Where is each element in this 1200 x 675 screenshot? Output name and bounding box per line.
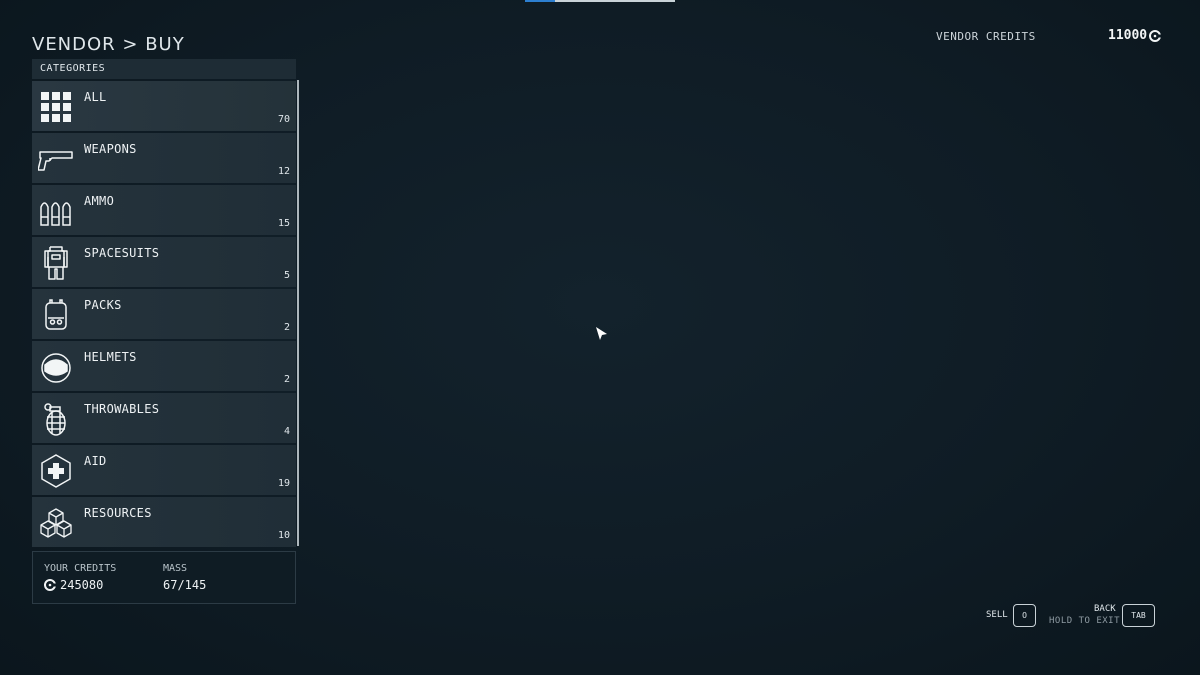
category-count: 4 [283, 426, 290, 437]
category-count: 10 [277, 530, 290, 541]
grenade-icon [38, 401, 74, 437]
category-label: THROWABLES [84, 402, 160, 416]
category-helmets[interactable]: HELMETS 2 [32, 341, 296, 391]
category-label: PACKS [84, 298, 122, 312]
top-progress-bar [525, 0, 675, 2]
helmet-icon [38, 349, 74, 385]
category-label: SPACESUITS [84, 246, 160, 260]
grid-icon [38, 89, 74, 125]
category-count: 2 [283, 322, 290, 333]
categories-scrollbar[interactable] [297, 80, 299, 546]
your-credits-value: 245080 [60, 578, 104, 592]
category-weapons[interactable]: WEAPONS 12 [32, 133, 296, 183]
backpack-icon [38, 297, 74, 333]
cubes-icon [38, 505, 74, 541]
category-aid[interactable]: AID 19 [32, 445, 296, 495]
credits-icon [44, 579, 56, 591]
mass-value: 67/145 [163, 578, 207, 592]
mouse-cursor-icon [596, 326, 608, 340]
back-hint-label: BACK [1094, 604, 1116, 614]
categories-panel: CATEGORIES ALL 70 WEAPONS 12 AMMO 15 SPA… [32, 59, 296, 547]
category-label: ALL [84, 90, 107, 104]
back-key-button[interactable]: TAB [1122, 604, 1155, 627]
category-label: RESOURCES [84, 506, 152, 520]
categories-list: ALL 70 WEAPONS 12 AMMO 15 SPACESUITS 5 P… [32, 81, 296, 547]
your-credits: 245080 [44, 578, 103, 592]
credits-icon [1149, 29, 1162, 42]
category-label: AMMO [84, 194, 115, 208]
category-count: 12 [277, 166, 290, 177]
category-ammo[interactable]: AMMO 15 [32, 185, 296, 235]
player-stats-box: YOUR CREDITS 245080 MASS 67/145 [32, 551, 296, 604]
category-count: 15 [277, 218, 290, 229]
category-count: 70 [277, 114, 290, 125]
categories-header: CATEGORIES [32, 59, 296, 79]
category-throwables[interactable]: THROWABLES 4 [32, 393, 296, 443]
medkit-icon [38, 453, 74, 489]
category-spacesuits[interactable]: SPACESUITS 5 [32, 237, 296, 287]
pistol-icon [38, 141, 74, 177]
category-count: 5 [283, 270, 290, 281]
category-resources[interactable]: RESOURCES 10 [32, 497, 296, 547]
vendor-credits-value: 11000 [1108, 28, 1148, 43]
category-label: AID [84, 454, 107, 468]
back-hint-sublabel: HOLD TO EXIT [1049, 616, 1121, 626]
category-label: WEAPONS [84, 142, 137, 156]
vendor-credits-label: VENDOR CREDITS [936, 30, 1036, 43]
category-count: 19 [277, 478, 290, 489]
page-title: VENDOR > BUY [32, 34, 185, 55]
category-packs[interactable]: PACKS 2 [32, 289, 296, 339]
mass-label: MASS [163, 563, 188, 574]
bullets-icon [38, 193, 74, 229]
category-label: HELMETS [84, 350, 137, 364]
vendor-credits: 11000 [1108, 28, 1162, 43]
category-all[interactable]: ALL 70 [32, 81, 296, 131]
category-count: 2 [283, 374, 290, 385]
spacesuit-icon [38, 245, 74, 281]
sell-hint-label: SELL [986, 610, 1008, 620]
your-credits-label: YOUR CREDITS [44, 563, 117, 574]
sell-key-button[interactable]: O [1013, 604, 1036, 627]
top-progress-segment [525, 0, 555, 2]
